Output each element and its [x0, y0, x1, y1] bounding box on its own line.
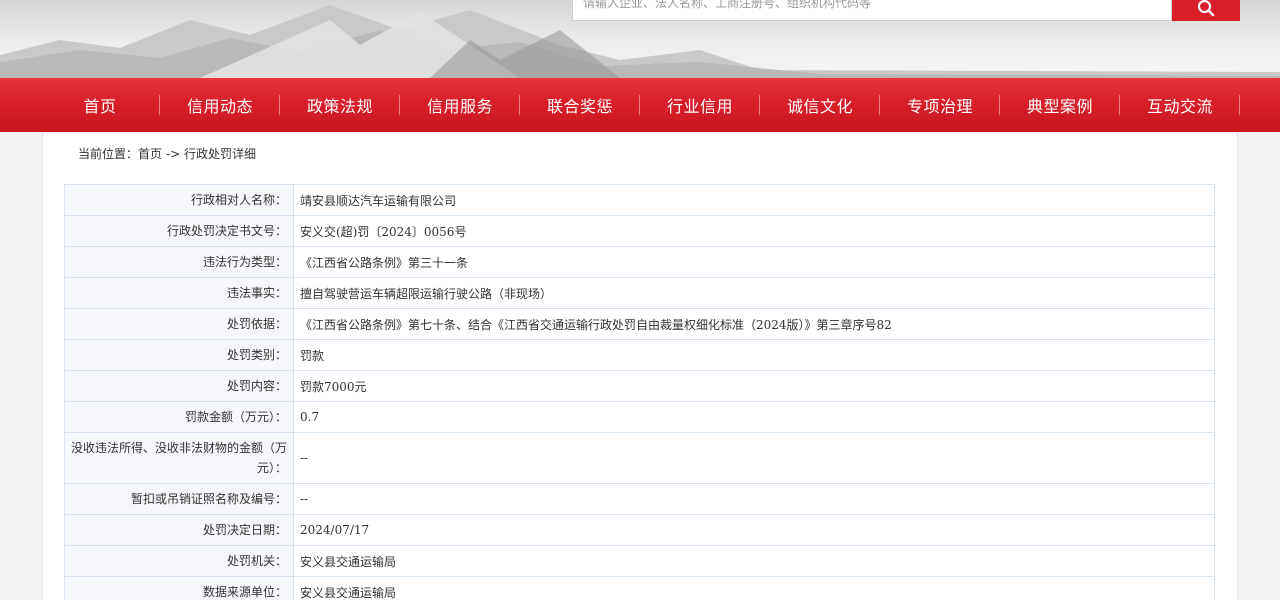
field-label: 没收违法所得、没收非法财物的金额（万元）：: [64, 432, 294, 484]
field-value: 安义交(超)罚〔2024〕0056号: [293, 215, 1215, 247]
breadcrumb: 当前位置：首页 -> 行政处罚详细: [78, 145, 256, 162]
search-box[interactable]: [572, 0, 1172, 21]
header-banner: [0, 0, 1280, 78]
search-button[interactable]: [1172, 0, 1240, 21]
table-row: 违法事实： 擅自驾驶营运车辆超限运输行驶公路（非现场）: [64, 277, 1215, 309]
field-label: 罚款金额（万元）：: [64, 401, 294, 433]
field-value: 擅自驾驶营运车辆超限运输行驶公路（非现场）: [293, 277, 1215, 309]
field-label: 暂扣或吊销证照名称及编号：: [64, 483, 294, 515]
field-value: 罚款: [293, 339, 1215, 371]
nav-item-interaction[interactable]: 互动交流: [1120, 78, 1240, 132]
main-nav: 首页 信用动态 政策法规 信用服务 联合奖惩 行业信用 诚信文化 专项治理 典型…: [0, 78, 1280, 132]
breadcrumb-separator: ->: [162, 147, 185, 161]
field-value: 安义县交通运输局: [293, 545, 1215, 577]
table-row: 没收违法所得、没收非法财物的金额（万元）： --: [64, 432, 1215, 484]
field-label: 数据来源单位：: [64, 576, 294, 600]
nav-item-industry-credit[interactable]: 行业信用: [640, 78, 760, 132]
field-value: 《江西省公路条例》第七十条、结合《江西省交通运输行政处罚自由裁量权细化标准（20…: [293, 308, 1215, 340]
field-label: 处罚机关：: [64, 545, 294, 577]
field-label: 行政处罚决定书文号：: [64, 215, 294, 247]
nav-item-special-governance[interactable]: 专项治理: [880, 78, 1000, 132]
table-row: 处罚决定日期： 2024/07/17: [64, 514, 1215, 546]
search-icon: [1197, 0, 1215, 17]
table-row: 处罚机关： 安义县交通运输局: [64, 545, 1215, 577]
table-row: 处罚依据： 《江西省公路条例》第七十条、结合《江西省交通运输行政处罚自由裁量权细…: [64, 308, 1215, 340]
table-row: 罚款金额（万元）： 0.7: [64, 401, 1215, 433]
field-value: --: [293, 432, 1215, 484]
nav-item-typical-cases[interactable]: 典型案例: [1000, 78, 1120, 132]
field-value: 靖安县顺达汽车运输有限公司: [293, 184, 1215, 216]
field-value: 《江西省公路条例》第三十一条: [293, 246, 1215, 278]
field-label: 处罚内容：: [64, 370, 294, 402]
nav-item-joint-rewards[interactable]: 联合奖惩: [520, 78, 640, 132]
nav-item-credit-news[interactable]: 信用动态: [160, 78, 280, 132]
field-label: 行政相对人名称：: [64, 184, 294, 216]
field-value: 2024/07/17: [293, 514, 1215, 546]
table-row: 处罚内容： 罚款7000元: [64, 370, 1215, 402]
table-row: 行政处罚决定书文号： 安义交(超)罚〔2024〕0056号: [64, 215, 1215, 247]
penalty-detail-table: 行政相对人名称： 靖安县顺达汽车运输有限公司 行政处罚决定书文号： 安义交(超)…: [64, 184, 1215, 600]
field-label: 处罚类别：: [64, 339, 294, 371]
table-row: 行政相对人名称： 靖安县顺达汽车运输有限公司: [64, 184, 1215, 216]
field-value: 罚款7000元: [293, 370, 1215, 402]
breadcrumb-home-link[interactable]: 首页: [138, 147, 162, 161]
field-label: 违法事实：: [64, 277, 294, 309]
content-panel: 当前位置：首页 -> 行政处罚详细 行政相对人名称： 靖安县顺达汽车运输有限公司…: [42, 132, 1238, 600]
field-value: --: [293, 483, 1215, 515]
breadcrumb-current: 行政处罚详细: [184, 147, 257, 161]
field-value: 0.7: [293, 401, 1215, 433]
nav-item-credit-services[interactable]: 信用服务: [400, 78, 520, 132]
table-row: 处罚类别： 罚款: [64, 339, 1215, 371]
field-label: 违法行为类型：: [64, 246, 294, 278]
field-value: 安义县交通运输局: [293, 576, 1215, 600]
table-row: 暂扣或吊销证照名称及编号： --: [64, 483, 1215, 515]
search-input[interactable]: [583, 0, 1161, 12]
nav-item-integrity-culture[interactable]: 诚信文化: [760, 78, 880, 132]
breadcrumb-prefix: 当前位置：: [78, 147, 139, 161]
field-label: 处罚依据：: [64, 308, 294, 340]
table-row: 数据来源单位： 安义县交通运输局: [64, 576, 1215, 600]
nav-item-home[interactable]: 首页: [40, 78, 160, 132]
field-label: 处罚决定日期：: [64, 514, 294, 546]
table-row: 违法行为类型： 《江西省公路条例》第三十一条: [64, 246, 1215, 278]
nav-item-policies[interactable]: 政策法规: [280, 78, 400, 132]
